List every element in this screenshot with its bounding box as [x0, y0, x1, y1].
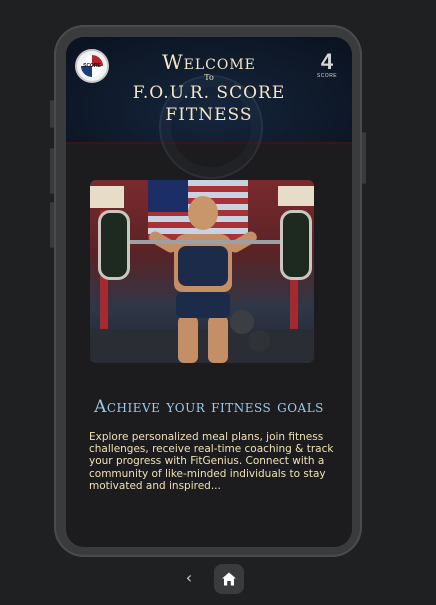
- welcome-text: Welcome: [162, 50, 256, 74]
- gym-sign-left: [90, 186, 124, 208]
- score-seal-logo[interactable]: SCORE: [75, 49, 109, 83]
- athlete-leg: [178, 316, 198, 363]
- brand-line-1: F.O.U.R. SCORE: [132, 83, 286, 103]
- phone-screen: SCORE Welcome To F.O.U.R. SCORE FITNESS …: [66, 37, 352, 547]
- app-header: SCORE Welcome To F.O.U.R. SCORE FITNESS …: [66, 37, 352, 179]
- barbell-plate-left: [98, 210, 130, 280]
- seal-logo-inner: SCORE: [81, 55, 103, 77]
- brand-line-2: FITNESS: [165, 105, 253, 125]
- barbell-plate-right: [280, 210, 312, 280]
- section-title: Achieve your fitness goals: [94, 397, 324, 417]
- welcome-title: Welcome To F.O.U.R. SCORE FITNESS: [106, 51, 312, 126]
- athlete-leg: [208, 316, 228, 363]
- score-word: SCORE: [316, 73, 338, 79]
- athlete-head: [188, 196, 218, 230]
- home-icon: [222, 572, 236, 586]
- gym-floor: [90, 329, 314, 363]
- app-window: SCORE Welcome To F.O.U.R. SCORE FITNESS …: [0, 0, 436, 605]
- to-text: To: [204, 73, 214, 82]
- hero-image: [90, 180, 314, 363]
- gym-sign-right: [278, 186, 314, 206]
- barbell: [104, 240, 300, 244]
- flag-canton: [148, 180, 188, 212]
- back-icon[interactable]: ‹: [180, 568, 198, 588]
- floor-plate: [248, 330, 270, 352]
- section-description: Explore personalized meal plans, join fi…: [89, 431, 334, 492]
- home-button[interactable]: [214, 564, 244, 594]
- four-numeral: 4: [320, 49, 334, 74]
- athlete-shorts: [176, 292, 230, 318]
- power-button: [362, 132, 366, 184]
- four-score-logo[interactable]: 4 SCORE: [314, 51, 340, 83]
- floor-plate: [230, 310, 254, 334]
- athlete-top: [178, 246, 228, 286]
